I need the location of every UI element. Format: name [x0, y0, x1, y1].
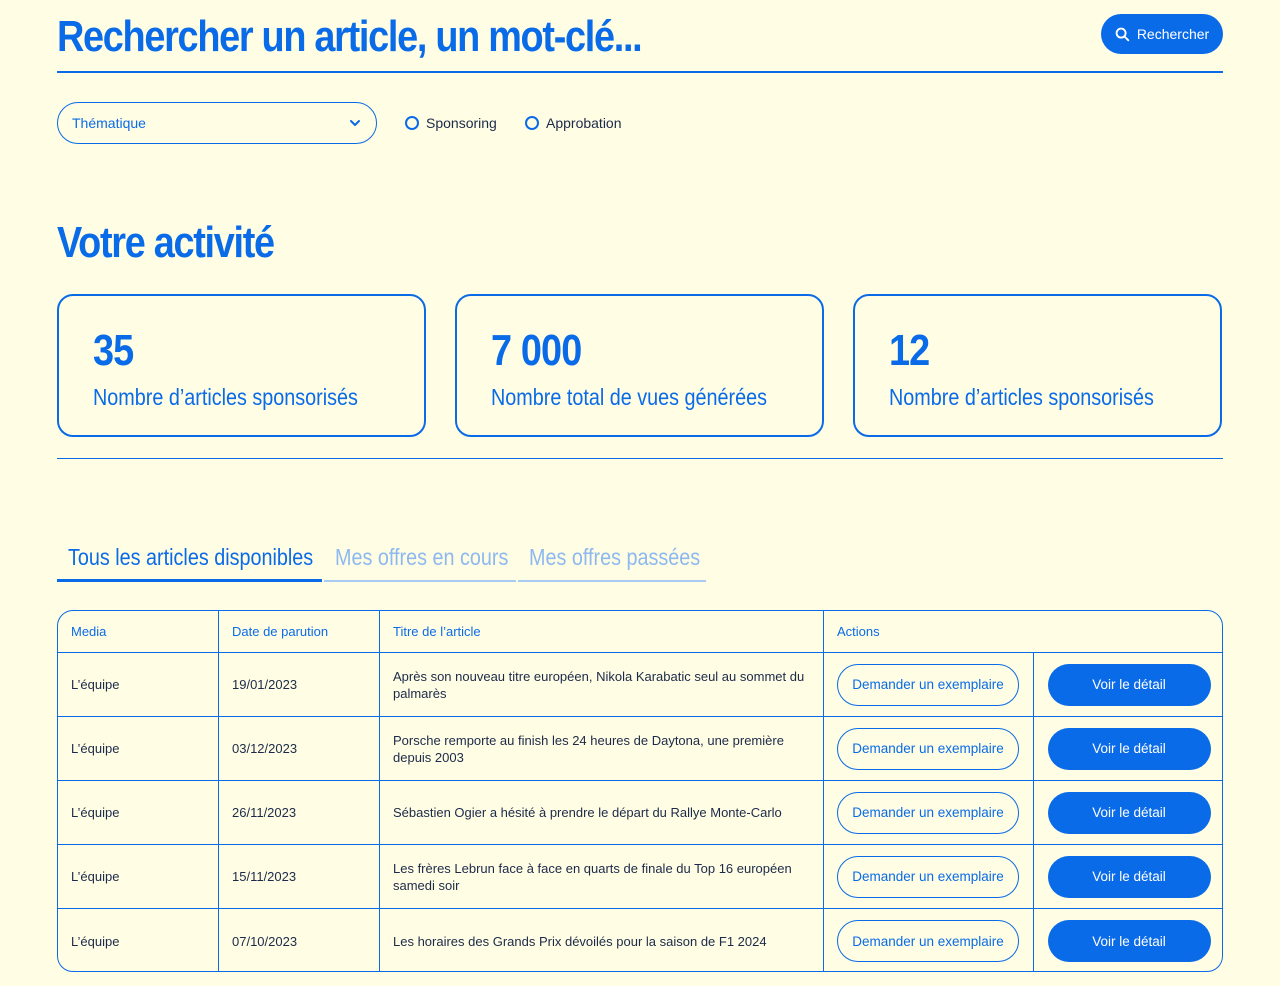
table-row: L’équipe 15/11/2023 Les frères Lebrun fa…	[58, 845, 1222, 909]
tab-label: Mes offres en cours	[335, 544, 509, 570]
cell-action-detail: Voir le détail	[1034, 653, 1222, 716]
table-row: L’équipe 19/01/2023 Après son nouveau ti…	[58, 653, 1222, 717]
table-header: Media Date de parution Titre de l’articl…	[58, 611, 1222, 653]
cell-action-request: Demander un exemplaire	[824, 781, 1034, 844]
thematique-select[interactable]: Thématique	[57, 102, 377, 144]
cell-media: L’équipe	[58, 845, 219, 908]
cell-media: L’équipe	[58, 781, 219, 844]
request-copy-button[interactable]: Demander un exemplaire	[837, 791, 1019, 834]
radio-circle-icon[interactable]	[525, 116, 539, 130]
stat-card: 7 000 Nombre total de vues générées	[455, 294, 824, 437]
page: Rechercher un article, un mot-clé... Rec…	[0, 0, 1280, 986]
cell-media: L’équipe	[58, 717, 219, 780]
column-header-title: Titre de l’article	[380, 611, 824, 652]
tab-label: Tous les articles disponibles	[68, 544, 314, 570]
cell-action-detail: Voir le détail	[1034, 781, 1222, 844]
cell-title: Après son nouveau titre européen, Nikola…	[380, 653, 824, 716]
thematique-select-label: Thématique	[72, 115, 146, 131]
stat-card: 35 Nombre d’articles sponsorisés	[57, 294, 426, 437]
view-detail-button[interactable]: Voir le détail	[1047, 791, 1211, 834]
activity-title: Votre activité	[57, 218, 275, 267]
stat-label: Nombre d’articles sponsorisés	[889, 384, 1154, 410]
cell-media: L’équipe	[58, 653, 219, 716]
header-divider	[57, 71, 1223, 73]
cell-action-request: Demander un exemplaire	[824, 717, 1034, 780]
tab-past-offers[interactable]: Mes offres passées	[518, 540, 706, 582]
table-row: L’équipe 26/11/2023 Sébastien Ogier a hé…	[58, 781, 1222, 845]
stat-label: Nombre total de vues générées	[491, 384, 767, 410]
view-detail-button[interactable]: Voir le détail	[1047, 855, 1211, 898]
cell-media: L’équipe	[58, 909, 219, 971]
view-detail-button[interactable]: Voir le détail	[1047, 663, 1211, 706]
radio-approbation-label: Approbation	[546, 115, 622, 131]
radio-approbation[interactable]: Approbation	[525, 114, 622, 132]
request-copy-button[interactable]: Demander un exemplaire	[837, 727, 1019, 770]
search-icon	[1115, 27, 1130, 41]
cell-date: 07/10/2023	[219, 909, 380, 971]
stat-value: 35	[93, 326, 134, 375]
column-header-media: Media	[58, 611, 219, 652]
request-copy-button[interactable]: Demander un exemplaire	[837, 663, 1019, 706]
tab-label: Mes offres passées	[529, 544, 701, 570]
cell-title: Sébastien Ogier a hésité à prendre le dé…	[380, 781, 824, 844]
articles-table: Media Date de parution Titre de l’articl…	[57, 610, 1223, 972]
cell-title: Les frères Lebrun face à face en quarts …	[380, 845, 824, 908]
chevron-down-icon	[350, 120, 360, 126]
column-header-date: Date de parution	[219, 611, 380, 652]
cell-date: 15/11/2023	[219, 845, 380, 908]
search-title[interactable]: Rechercher un article, un mot-clé...	[57, 10, 643, 64]
view-detail-button[interactable]: Voir le détail	[1047, 727, 1211, 770]
table-row: L’équipe 07/10/2023 Les horaires des Gra…	[58, 909, 1222, 971]
radio-sponsoring[interactable]: Sponsoring	[405, 114, 497, 132]
cell-action-request: Demander un exemplaire	[824, 909, 1034, 971]
radio-sponsoring-label: Sponsoring	[426, 115, 497, 131]
cell-title: Les horaires des Grands Prix dévoilés po…	[380, 909, 824, 971]
cell-action-detail: Voir le détail	[1034, 717, 1222, 780]
radio-circle-icon[interactable]	[405, 116, 419, 130]
stat-value: 7 000	[491, 326, 582, 375]
cell-title: Porsche remporte au finish les 24 heures…	[380, 717, 824, 780]
request-copy-button[interactable]: Demander un exemplaire	[837, 855, 1019, 898]
cell-date: 03/12/2023	[219, 717, 380, 780]
cell-date: 26/11/2023	[219, 781, 380, 844]
cell-action-request: Demander un exemplaire	[824, 653, 1034, 716]
activity-divider	[57, 458, 1223, 459]
tab-all-articles[interactable]: Tous les articles disponibles	[57, 540, 322, 582]
stat-card: 12 Nombre d’articles sponsorisés	[853, 294, 1222, 437]
stat-value: 12	[889, 326, 930, 375]
search-button[interactable]: Rechercher	[1101, 14, 1223, 54]
request-copy-button[interactable]: Demander un exemplaire	[837, 920, 1019, 962]
cell-action-detail: Voir le détail	[1034, 845, 1222, 908]
table-row: L’équipe 03/12/2023 Porsche remporte au …	[58, 717, 1222, 781]
stat-label: Nombre d’articles sponsorisés	[93, 384, 358, 410]
column-header-actions: Actions	[837, 624, 880, 639]
view-detail-button[interactable]: Voir le détail	[1047, 920, 1211, 962]
cell-action-detail: Voir le détail	[1034, 909, 1222, 971]
tab-current-offers[interactable]: Mes offres en cours	[324, 540, 516, 582]
search-button-label: Rechercher	[1136, 26, 1210, 42]
cell-action-request: Demander un exemplaire	[824, 845, 1034, 908]
cell-date: 19/01/2023	[219, 653, 380, 716]
